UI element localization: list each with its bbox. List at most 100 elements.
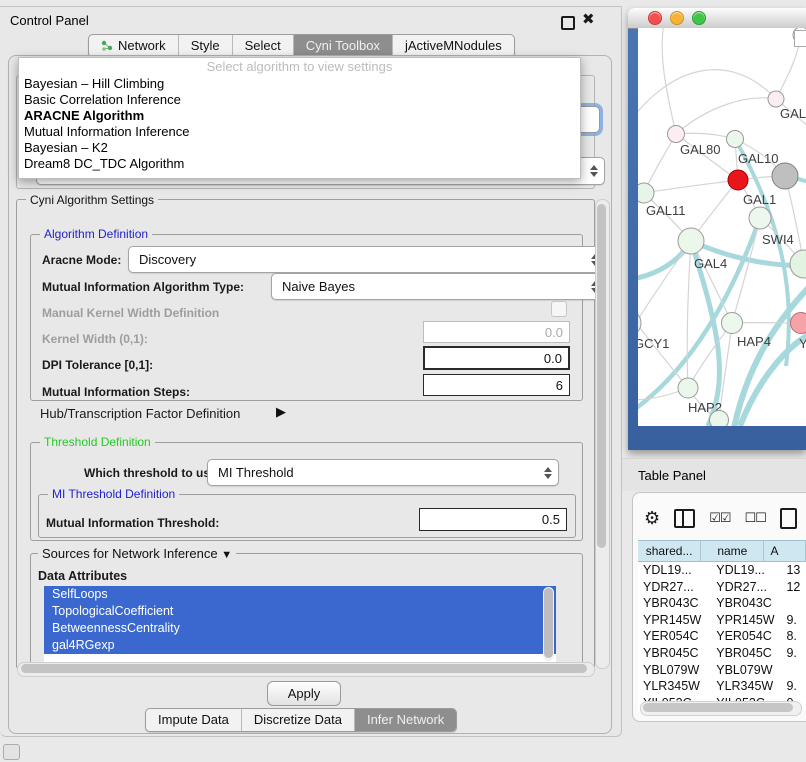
gear-icon[interactable]: ⚙ [644, 509, 660, 527]
network-node-label: GAL4 [694, 256, 727, 271]
network-canvas[interactable]: GALGAL80GAL10GAL1GAL11GAL4SWI4GCY1HAP4YH… [638, 28, 806, 426]
table-row[interactable]: YBR045CYBR045C9. [638, 645, 806, 662]
menu-item-basic-correlation[interactable]: Basic Correlation Inference [19, 92, 580, 108]
menu-item-mutual-information[interactable]: Mutual Information Inference [19, 124, 580, 140]
column-header-partial[interactable]: A [764, 541, 806, 561]
tab-discretize-data[interactable]: Discretize Data [242, 709, 355, 731]
table-cell: YDR27... [638, 579, 714, 596]
algorithm-dropdown-popup: Select algorithm to view settings Bayesi… [18, 57, 581, 179]
tab-jactivemnodules[interactable]: jActiveMNodules [393, 35, 514, 57]
attributes-scrollbar[interactable] [543, 587, 554, 661]
list-item[interactable]: BetweennessCentrality [44, 620, 556, 637]
tab-style[interactable]: Style [179, 35, 233, 57]
triangle-right-icon[interactable]: ▶ [276, 404, 286, 420]
tab-label: Network [118, 35, 166, 57]
menu-item-dream8[interactable]: Dream8 DC_TDC Algorithm [19, 156, 580, 172]
network-node[interactable] [722, 313, 743, 334]
network-node-label: HAP4 [737, 334, 771, 349]
dpi-tolerance-field[interactable]: 0.0 [423, 346, 570, 370]
table-row[interactable]: YBL079WYBL079W [638, 662, 806, 679]
mi-threshold-field[interactable]: 0.5 [419, 508, 567, 531]
traffic-light-minimize-icon[interactable] [670, 11, 684, 25]
network-node[interactable] [678, 228, 704, 254]
mi-type-combo[interactable]: Naive Bayes [271, 273, 606, 300]
settings-vertical-scrollbar[interactable] [595, 199, 610, 669]
network-node[interactable] [790, 250, 806, 278]
network-node[interactable] [727, 131, 744, 148]
tab-cyni-toolbox[interactable]: Cyni Toolbox [294, 35, 393, 57]
settings-horizontal-scrollbar[interactable] [17, 662, 595, 677]
split-pane-icon[interactable] [674, 509, 695, 528]
tab-infer-network[interactable]: Infer Network [355, 709, 456, 731]
kernel-width-field[interactable]: 0.0 [423, 321, 570, 343]
aracne-mode-combo[interactable]: Discovery [128, 246, 606, 273]
deselect-all-icon[interactable]: ☐☐ [744, 510, 765, 526]
table-cell: YLR345W [638, 678, 714, 695]
spinner-icon [544, 467, 552, 479]
traffic-light-zoom-icon[interactable] [692, 11, 706, 25]
network-node[interactable] [638, 310, 641, 336]
table-panel-title: Table Panel [638, 468, 706, 483]
hub-definition-label[interactable]: Hub/Transcription Factor Definition [40, 406, 240, 421]
network-node-label: SWI4 [762, 232, 794, 247]
table-cell: YDL19... [638, 562, 714, 579]
close-icon[interactable]: ✖ [582, 10, 595, 28]
tab-label: Style [191, 35, 220, 57]
table-cell: 9. [786, 678, 806, 695]
tab-network[interactable]: Network [89, 35, 179, 57]
network-node[interactable] [728, 170, 748, 190]
column-header-shared-name[interactable]: shared... [638, 541, 701, 561]
table-row[interactable]: YBR043CYBR043C [638, 595, 806, 612]
table-row[interactable]: YPR145WYPR145W9. [638, 612, 806, 629]
kernel-width-label: Kernel Width (0,1): [42, 332, 148, 346]
network-scrollbar-notch[interactable] [794, 30, 806, 47]
page-icon[interactable] [780, 508, 797, 529]
table-cell: YBR045C [638, 645, 714, 662]
table-horizontal-scrollbar[interactable] [640, 701, 802, 716]
column-header-name[interactable]: name [701, 541, 764, 561]
table-cell: 12 [786, 579, 806, 596]
control-panel-window: Control Panel ✖ Network Style Select Cyn… [0, 6, 622, 737]
select-all-icon[interactable]: ☑☑ [709, 510, 730, 526]
table-cell: YER054C [638, 628, 714, 645]
table-toolbar: ⚙ ☑☑ ☐☐ [644, 503, 804, 533]
apply-button[interactable]: Apply [267, 681, 341, 706]
sources-title[interactable]: Sources for Network Inference ▼ [38, 546, 236, 561]
network-node[interactable] [768, 91, 784, 107]
list-item[interactable]: SelfLoops [44, 586, 556, 603]
cyni-bottom-tabbar: Impute Data Discretize Data Infer Networ… [145, 708, 457, 732]
table-cell: YPR145W [714, 612, 786, 629]
algorithm-placeholder: Select algorithm to view settings [19, 58, 580, 76]
table-row[interactable]: YLR345WYLR345W9. [638, 678, 806, 695]
table-cell: YBR045C [714, 645, 786, 662]
menu-item-aracne[interactable]: ARACNE Algorithm [19, 108, 580, 124]
list-item[interactable]: gal4RGexp [44, 637, 556, 654]
manual-kernel-checkbox[interactable] [551, 301, 567, 317]
list-item[interactable]: TopologicalCoefficient [44, 603, 556, 620]
network-node[interactable] [668, 126, 685, 143]
triangle-down-icon[interactable]: ▼ [221, 549, 232, 561]
table-row[interactable]: YDR27...YDR27...12 [638, 579, 806, 596]
network-node[interactable] [749, 207, 771, 229]
network-node[interactable] [638, 183, 654, 203]
network-node[interactable] [772, 163, 798, 189]
float-panel-icon[interactable] [561, 16, 575, 30]
network-node[interactable] [710, 411, 729, 427]
network-node[interactable] [791, 313, 806, 334]
tab-select[interactable]: Select [233, 35, 294, 57]
collapsed-panel-button[interactable] [3, 744, 20, 760]
traffic-light-close-icon[interactable] [648, 11, 662, 25]
table-cell: YER054C [714, 628, 786, 645]
control-panel-title: Control Panel [10, 13, 89, 28]
tab-impute-data[interactable]: Impute Data [146, 709, 242, 731]
menu-item-bayesian-k2[interactable]: Bayesian – K2 [19, 140, 580, 156]
table-row[interactable]: YER054CYER054C8. [638, 628, 806, 645]
table-row[interactable]: YDL19...YDL19...13 [638, 562, 806, 579]
menu-item-bayesian-hill-climbing[interactable]: Bayesian – Hill Climbing [19, 76, 580, 92]
which-threshold-combo[interactable]: MI Threshold [207, 459, 559, 486]
mi-steps-label: Mutual Information Steps: [42, 385, 190, 399]
mi-threshold-title: MI Threshold Definition [48, 487, 179, 501]
mi-steps-field[interactable]: 6 [423, 374, 570, 396]
network-window-titlebar[interactable] [628, 8, 806, 29]
network-node[interactable] [678, 378, 698, 398]
